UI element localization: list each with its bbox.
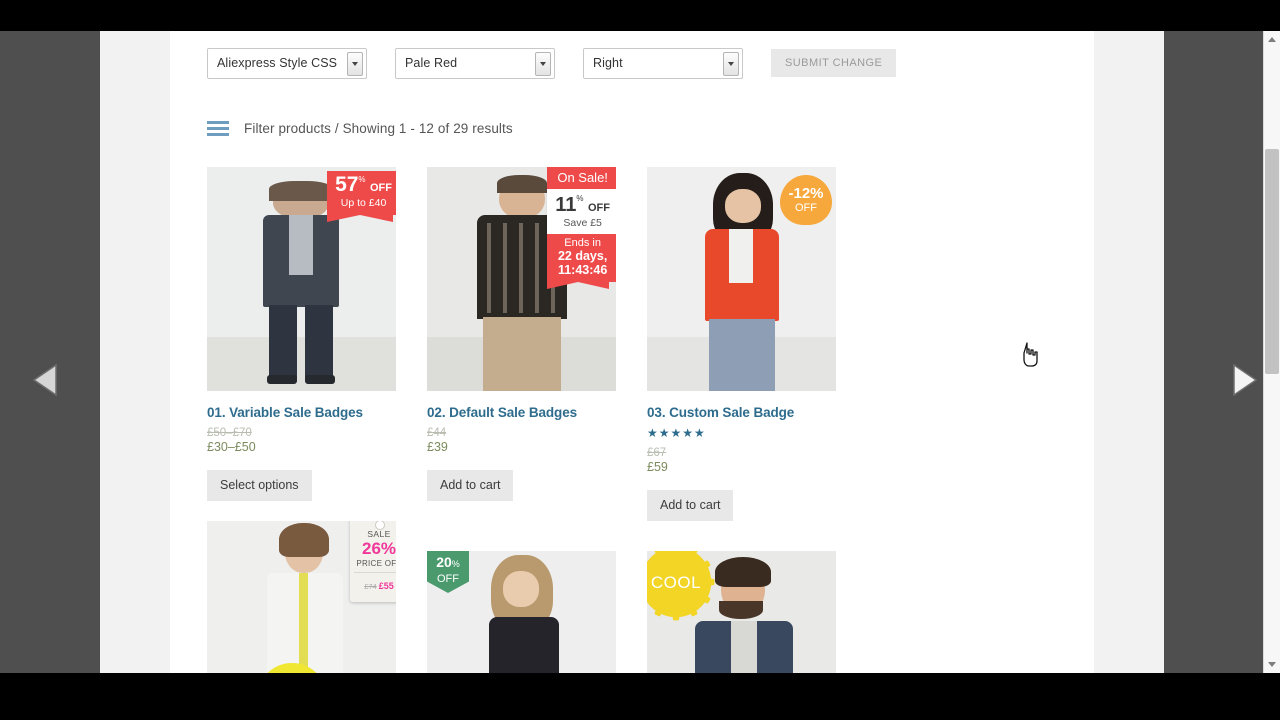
- style-select-value: Aliexpress Style CSS: [217, 56, 338, 70]
- product-image[interactable]: SALE 26% PRICE OFF £74£55: [207, 521, 396, 673]
- position-select-value: Right: [593, 56, 623, 70]
- product-new-price: £59: [647, 460, 668, 474]
- hamburger-icon[interactable]: [207, 121, 229, 136]
- product-card: SALE 26% PRICE OFF £74£55 04. Custom Sal…: [207, 521, 427, 673]
- chevron-down-icon[interactable]: [723, 51, 739, 76]
- product-price: £44 £39: [427, 426, 647, 454]
- add-to-cart-button[interactable]: Add to cart: [427, 470, 514, 501]
- product-new-price: £39: [427, 440, 448, 454]
- page-left-gutter: [100, 31, 170, 673]
- video-viewport: Aliexpress Style CSS Pale Red Right SUBM…: [0, 31, 1280, 673]
- product-price: £50–£70 £30–£50: [207, 426, 427, 454]
- product-image[interactable]: -12% OFF: [647, 167, 836, 391]
- product-card: COOL: [647, 551, 867, 673]
- product-rating-stars: ★★★★★: [647, 426, 706, 440]
- product-title[interactable]: 02. Default Sale Badges: [427, 405, 647, 420]
- product-old-price: £44: [427, 427, 447, 439]
- product-title[interactable]: 03. Custom Sale Badge: [647, 405, 867, 420]
- filter-row: Filter products / Showing 1 - 12 of 29 r…: [207, 121, 513, 136]
- product-title[interactable]: 01. Variable Sale Badges: [207, 405, 427, 420]
- submit-change-button[interactable]: SUBMIT CHANGE: [771, 49, 897, 77]
- product-grid: 57% OFF Up to £40 01. Variable Sale Badg…: [207, 167, 1057, 673]
- position-select[interactable]: Right: [583, 47, 743, 79]
- product-new-price: £30–£50: [207, 440, 256, 454]
- chevron-down-icon[interactable]: [347, 51, 363, 76]
- product-old-price: £50–£70: [207, 427, 252, 439]
- style-control-bar: Aliexpress Style CSS Pale Red Right SUBM…: [207, 46, 967, 80]
- previous-arrow-icon[interactable]: [28, 361, 62, 399]
- product-image[interactable]: COOL: [647, 551, 836, 673]
- product-image[interactable]: 57% OFF Up to £40: [207, 167, 396, 391]
- color-select-value: Pale Red: [405, 56, 458, 70]
- product-image[interactable]: On Sale! 11% OFF Save £5 Ends in 22 days…: [427, 167, 616, 391]
- scroll-down-icon[interactable]: [1264, 656, 1280, 673]
- color-select[interactable]: Pale Red: [395, 47, 555, 79]
- chevron-down-icon[interactable]: [535, 51, 551, 76]
- product-card: -12% OFF 03. Custom Sale Badge ★★★★★ £67…: [647, 167, 867, 521]
- screen-root: Aliexpress Style CSS Pale Red Right SUBM…: [0, 0, 1280, 720]
- browser-page: Aliexpress Style CSS Pale Red Right SUBM…: [100, 31, 1164, 673]
- product-price: £67 £59: [647, 446, 867, 474]
- product-card: On Sale! 11% OFF Save £5 Ends in 22 days…: [427, 167, 647, 521]
- select-options-button[interactable]: Select options: [207, 470, 312, 501]
- product-image[interactable]: 20% OFF: [427, 551, 616, 673]
- page-right-gutter: [1094, 31, 1164, 673]
- style-select[interactable]: Aliexpress Style CSS: [207, 47, 367, 79]
- filter-results-text: Filter products / Showing 1 - 12 of 29 r…: [244, 121, 513, 136]
- product-card: 57% OFF Up to £40 01. Variable Sale Badg…: [207, 167, 427, 521]
- add-to-cart-button[interactable]: Add to cart: [647, 490, 734, 521]
- scroll-thumb[interactable]: [1265, 149, 1279, 374]
- vertical-scrollbar[interactable]: [1263, 31, 1280, 673]
- next-arrow-icon[interactable]: [1226, 361, 1260, 399]
- product-card: 20% OFF: [427, 551, 647, 673]
- product-old-price: £67: [647, 447, 667, 459]
- scroll-up-icon[interactable]: [1264, 31, 1280, 48]
